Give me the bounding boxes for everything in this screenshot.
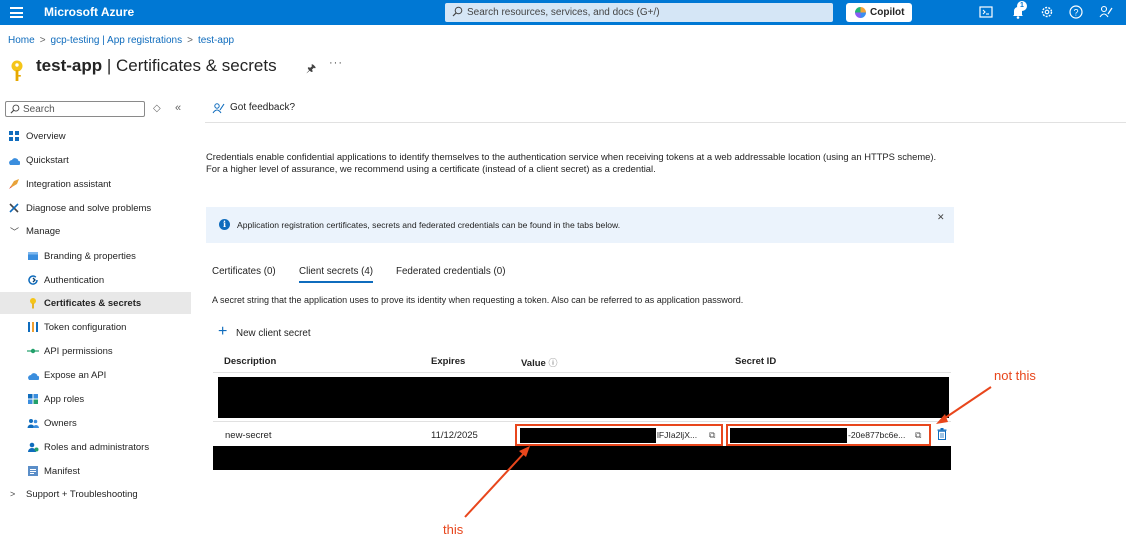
annotation-arrows: [464, 386, 992, 518]
annotation-not-this: not this: [994, 368, 1036, 383]
annotation-this: this: [443, 522, 464, 537]
not-this-arrowhead: [936, 414, 948, 424]
this-arrow: [464, 450, 527, 518]
not-this-arrow: [941, 386, 992, 421]
